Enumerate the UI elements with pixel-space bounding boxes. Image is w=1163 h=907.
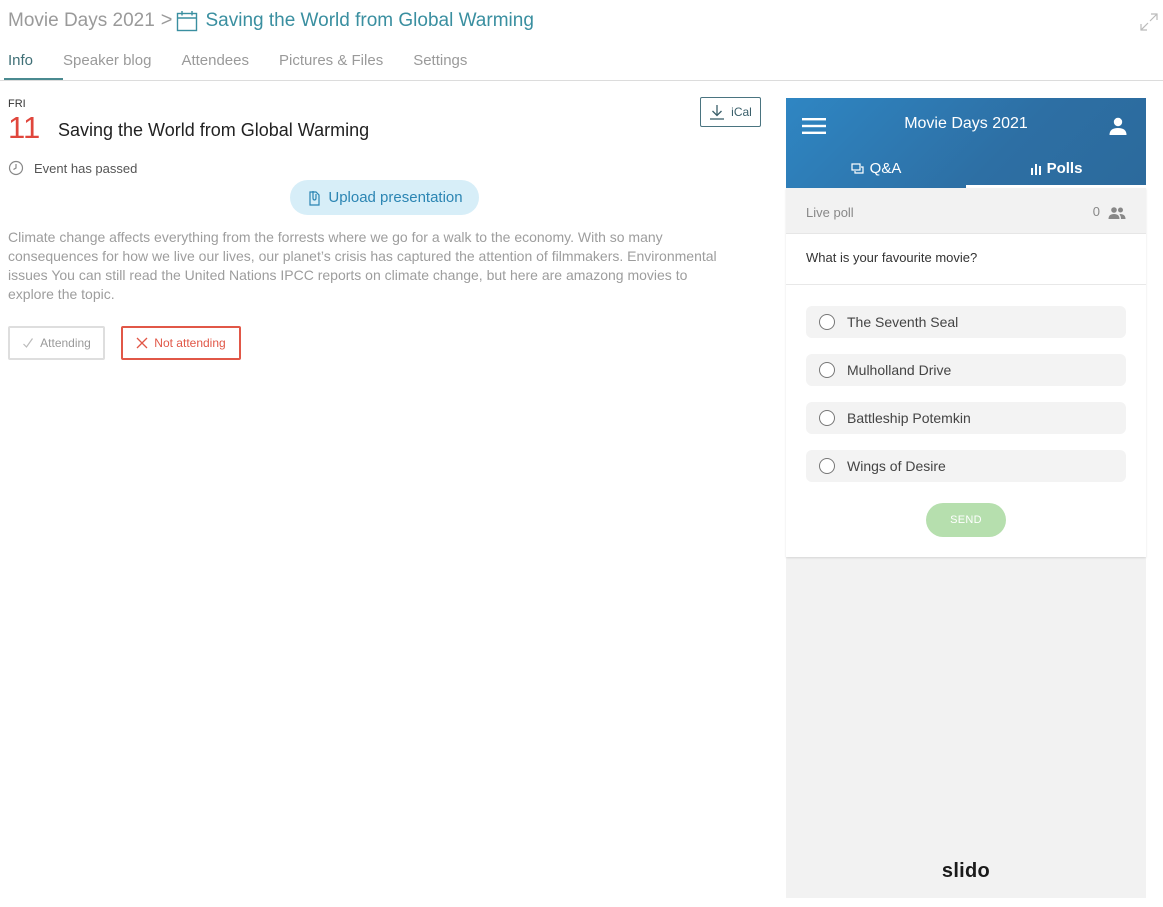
slido-event-title: Movie Days 2021	[904, 115, 1028, 132]
tab-bar: Info Speaker blog Attendees Pictures & F…	[0, 50, 497, 81]
chat-bubbles-icon	[851, 162, 864, 174]
tab-attendees[interactable]: Attendees	[181, 50, 249, 81]
tab-info[interactable]: Info	[3, 50, 64, 81]
event-status: Event has passed	[8, 160, 137, 176]
slido-logo: slido	[941, 860, 991, 882]
live-poll-label: Live poll	[806, 205, 854, 220]
not-attending-button[interactable]: Not attending	[121, 326, 241, 360]
page-header: Movie Days 2021 > Saving the World from …	[0, 0, 1163, 82]
tab-speaker-blog[interactable]: Speaker blog	[63, 50, 151, 81]
poll-option-label: Battleship Potemkin	[847, 410, 971, 426]
poll-option-label: Mulholland Drive	[847, 362, 952, 378]
send-button[interactable]: SEND	[926, 503, 1006, 537]
poll-option[interactable]: The Seventh Seal	[806, 306, 1126, 338]
bar-chart-icon	[1030, 163, 1041, 175]
tabs-divider	[0, 80, 1163, 81]
radio-button[interactable]	[819, 458, 835, 474]
breadcrumb-parent-link[interactable]: Movie Days 2021	[8, 10, 155, 32]
slido-tab-polls[interactable]: Polls	[966, 160, 1146, 177]
poll-card: Live poll 0 What is your favourite movie…	[786, 188, 1146, 557]
question-divider	[786, 284, 1146, 285]
event-day-number: 11	[8, 110, 41, 145]
expand-icon[interactable]	[1139, 12, 1159, 32]
not-attending-label: Not attending	[154, 336, 226, 350]
participant-count: 0	[1092, 204, 1100, 219]
event-title: Saving the World from Global Warming	[58, 120, 370, 140]
slido-tab-qa[interactable]: Q&A	[786, 160, 966, 177]
upload-presentation-label: Upload presentation	[328, 189, 463, 206]
live-poll-bar: Live poll 0	[786, 188, 1146, 234]
tab-pictures-files[interactable]: Pictures & Files	[279, 50, 383, 81]
slido-tab-qa-label: Q&A	[869, 160, 902, 177]
radio-button[interactable]	[819, 362, 835, 378]
poll-option[interactable]: Mulholland Drive	[806, 354, 1126, 386]
close-icon	[136, 337, 148, 349]
event-description: Climate change affects everything from t…	[8, 229, 717, 302]
ical-label: iCal	[731, 105, 752, 119]
attending-label: Attending	[40, 336, 91, 350]
user-icon[interactable]	[1108, 116, 1128, 136]
slido-tab-polls-label: Polls	[1046, 160, 1083, 177]
download-icon	[710, 105, 725, 120]
breadcrumb: Movie Days 2021 > Saving the World from …	[8, 9, 534, 32]
poll-question: What is your favourite movie?	[806, 250, 978, 265]
calendar-icon	[177, 10, 198, 31]
poll-option[interactable]: Wings of Desire	[806, 450, 1126, 482]
radio-button[interactable]	[819, 410, 835, 426]
slido-panel: Movie Days 2021 Q&A Polls Live poll 0 Wh…	[786, 98, 1146, 898]
poll-option-label: The Seventh Seal	[847, 314, 959, 330]
attending-button[interactable]: Attending	[8, 326, 105, 360]
poll-option[interactable]: Battleship Potemkin	[806, 402, 1126, 434]
people-icon	[1108, 207, 1126, 219]
event-status-text: Event has passed	[34, 160, 138, 176]
slido-header: Movie Days 2021 Q&A Polls	[786, 98, 1146, 188]
ical-button[interactable]: iCal	[700, 97, 761, 127]
paperclip-document-icon	[309, 190, 320, 206]
check-icon	[23, 338, 34, 348]
breadcrumb-current: Saving the World from Global Warming	[205, 9, 534, 31]
radio-button[interactable]	[819, 314, 835, 330]
breadcrumb-separator: >	[160, 9, 173, 31]
upload-presentation-button[interactable]: Upload presentation	[290, 180, 479, 215]
poll-option-label: Wings of Desire	[847, 458, 946, 474]
clock-icon	[8, 160, 24, 176]
tab-settings[interactable]: Settings	[413, 50, 467, 81]
event-day-name: FRI	[8, 98, 26, 110]
